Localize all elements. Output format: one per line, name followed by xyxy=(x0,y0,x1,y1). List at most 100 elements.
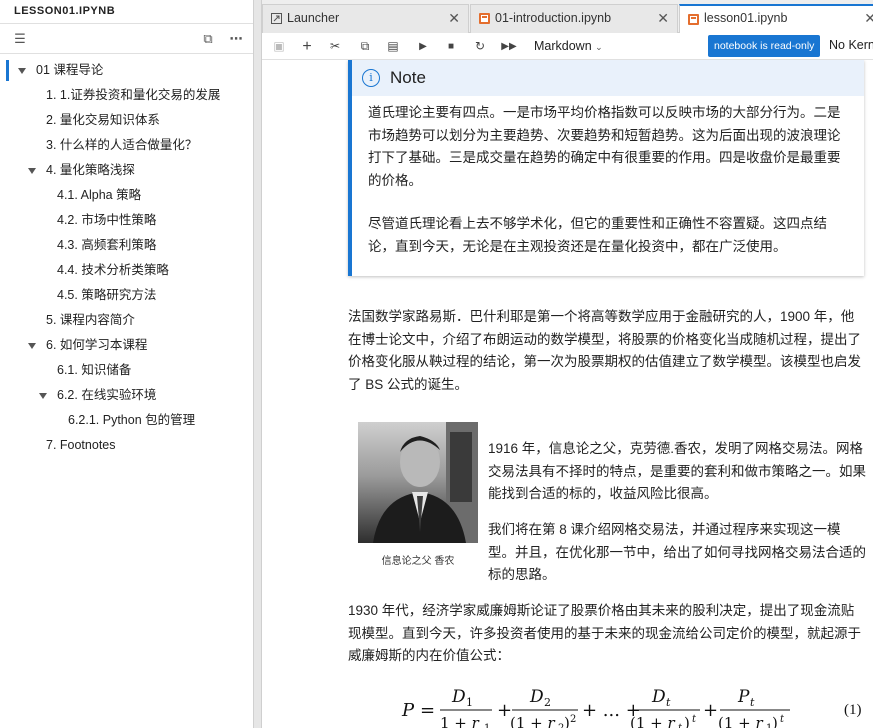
shannon-photo xyxy=(358,422,478,543)
svg-text:t: t xyxy=(678,723,683,728)
notebook-icon xyxy=(479,13,490,24)
cut-icon[interactable]: ✂ xyxy=(326,38,344,55)
toc-item-label: 6. 如何学习本课程 xyxy=(46,338,148,352)
toc-item-label: 4.2. 市场中性策略 xyxy=(57,213,157,227)
caret-down-icon[interactable] xyxy=(28,168,36,174)
toc-item[interactable]: 6.2.1. Python 包的管理 xyxy=(0,408,253,433)
paragraph-bachelier: 法国数学家路易斯．巴什利耶是第一个将高等数学应用于金融研究的人，1900 年，他… xyxy=(348,309,861,392)
toc-item-label: 6.1. 知识储备 xyxy=(57,363,132,377)
toc-item[interactable]: 6. 如何学习本课程 xyxy=(0,333,253,358)
svg-text:+: + xyxy=(703,700,718,721)
toc-item-label: 2. 量化交易知识体系 xyxy=(46,113,160,127)
caret-down-icon[interactable] xyxy=(18,68,26,74)
svg-text:1 + r: 1 + r xyxy=(440,714,480,728)
svg-text:1: 1 xyxy=(484,723,490,728)
tab-bar: Launcher ✕ 01-introduction.ipynb ✕ lesso… xyxy=(262,0,873,34)
toc-item[interactable]: 4.4. 技术分析类策略 xyxy=(0,258,253,283)
readonly-badge: notebook is read-only xyxy=(708,35,821,57)
svg-text:t: t xyxy=(692,714,697,725)
cell-type-value: Markdown xyxy=(534,39,592,53)
toc-item-label: 4.4. 技术分析类策略 xyxy=(57,263,169,277)
toc-item[interactable]: 4. 量化策略浅探 xyxy=(0,158,253,183)
toc-item[interactable]: 4.5. 策略研究方法 xyxy=(0,283,253,308)
toc-item[interactable]: 3. 什么样的人适合做量化？ xyxy=(0,133,253,158)
notebook-content: i Note 道氏理论主要有四点。一是市场平均价格指数可以反映市场的大部分行为。… xyxy=(262,60,873,728)
main-area: Launcher ✕ 01-introduction.ipynb ✕ lesso… xyxy=(262,0,873,728)
toc-item-label: 4.3. 高频套利策略 xyxy=(57,238,157,252)
note-paragraph: 道氏理论主要有四点。一是市场平均价格指数可以反映市场的大部分行为。二是市场趋势可… xyxy=(368,105,841,188)
toc-item[interactable]: 4.2. 市场中性策略 xyxy=(0,208,253,233)
tab-label: 01-introduction.ipynb xyxy=(495,11,612,25)
toc-toolbar: ☰ ⧉ ⋯ xyxy=(0,24,253,54)
run-icon[interactable]: ▶ xyxy=(414,38,432,55)
tab-lesson01[interactable]: lesson01.ipynb ✕ xyxy=(679,4,873,34)
more-options-icon[interactable]: ⋯ xyxy=(228,31,244,47)
panel-title: LESSON01.IPYNB xyxy=(0,0,253,24)
numbered-list-icon[interactable]: ☰ xyxy=(12,31,28,47)
toc-item[interactable]: 6.2. 在线实验环境 xyxy=(0,383,253,408)
restart-icon[interactable]: ↻ xyxy=(471,38,489,55)
caret-down-icon[interactable] xyxy=(28,343,36,349)
copy-icon[interactable]: ⧉ xyxy=(356,38,374,55)
chevron-down-icon: ⌄ xyxy=(595,42,603,52)
toc-item[interactable]: 5. 课程内容简介 xyxy=(0,308,253,333)
note-title: Note xyxy=(390,68,426,87)
svg-text:=: = xyxy=(420,700,435,721)
svg-text:t: t xyxy=(666,696,671,709)
svg-text:P: P xyxy=(737,687,750,707)
svg-text:(1 + r: (1 + r xyxy=(630,714,676,728)
equation-number: (1) xyxy=(844,702,862,718)
save-icon[interactable]: ▣ xyxy=(270,38,288,55)
toc-item-label: 6.2.1. Python 包的管理 xyxy=(68,413,196,427)
svg-text:P: P xyxy=(401,700,415,721)
svg-text:): ) xyxy=(684,714,690,728)
toc-item[interactable]: 2. 量化交易知识体系 xyxy=(0,108,253,133)
portrait-image xyxy=(373,422,478,543)
svg-text:): ) xyxy=(772,714,778,728)
toc-item[interactable]: 7. Footnotes xyxy=(0,433,253,458)
notebook-toolbar: ▣ + ✂ ⧉ ▤ ▶ ■ ↻ ▶▶ Markdown ⌄ notebook i… xyxy=(262,33,873,60)
toc-item-label: 7. Footnotes xyxy=(46,438,116,452)
close-icon[interactable]: ✕ xyxy=(657,5,669,32)
toc-item[interactable]: 6.1. 知识储备 xyxy=(0,358,253,383)
tab-label: lesson01.ipynb xyxy=(704,11,788,25)
close-icon[interactable]: ✕ xyxy=(448,5,460,32)
note-header: i Note xyxy=(352,60,864,96)
note-paragraph: 尽管道氏理论看上去不够学术化，但它的重要性和正确性不容置疑。这四点结论，直到今天… xyxy=(368,216,827,254)
jupyterlab-window: LESSON01.IPYNB ☰ ⧉ ⋯ 01 课程导论 1. 1.证券投资和量化… xyxy=(0,0,873,728)
toc-item[interactable]: 1. 1.证券投资和量化交易的发展 xyxy=(0,83,253,108)
paragraph-shannon-2: 我们将在第 8 课介绍网格交易法，并通过程序来实现这一模型。并且，在优化那一节中… xyxy=(488,522,866,582)
paste-icon[interactable]: ▤ xyxy=(384,38,402,55)
note-admonition: i Note 道氏理论主要有四点。一是市场平均价格指数可以反映市场的大部分行为。… xyxy=(348,60,864,276)
run-all-icon[interactable]: ▶▶ xyxy=(500,38,518,55)
svg-text:(1 + r: (1 + r xyxy=(510,714,556,728)
panel-resize-handle[interactable] xyxy=(254,0,262,728)
toc-item-label: 1. 1.证券投资和量化交易的发展 xyxy=(46,88,221,102)
close-icon[interactable]: ✕ xyxy=(864,6,873,31)
formula-image: P = D1 1 + r1 + D2 (1 + r2)2 + ... + Dt … xyxy=(401,687,790,728)
kernel-status[interactable]: No Kern xyxy=(829,38,873,52)
toc-item[interactable]: 01 课程导论 xyxy=(0,58,253,83)
svg-text:t: t xyxy=(750,696,755,709)
cell-type-select[interactable]: Markdown ⌄ xyxy=(534,37,603,56)
collapse-all-icon[interactable]: ⧉ xyxy=(200,31,216,47)
toc-item[interactable]: 4.3. 高频套利策略 xyxy=(0,233,253,258)
tab-01-introduction[interactable]: 01-introduction.ipynb ✕ xyxy=(470,4,678,33)
svg-text:(1 + r: (1 + r xyxy=(718,714,764,728)
add-cell-icon[interactable]: + xyxy=(298,38,316,55)
toc-item[interactable]: 4.1. Alpha 策略 xyxy=(0,183,253,208)
table-of-contents-panel: LESSON01.IPYNB ☰ ⧉ ⋯ 01 课程导论 1. 1.证券投资和量化… xyxy=(0,0,254,728)
svg-text:D: D xyxy=(529,687,544,707)
caret-down-icon[interactable] xyxy=(39,393,47,399)
svg-text:): ) xyxy=(564,714,570,728)
toc-item-label: 01 课程导论 xyxy=(36,63,104,77)
stop-icon[interactable]: ■ xyxy=(442,38,460,55)
photo-caption: 信息论之父 香农 xyxy=(381,556,455,567)
toc-item-label: 6.2. 在线实验环境 xyxy=(57,388,157,402)
svg-text:2: 2 xyxy=(570,714,576,725)
svg-text:D: D xyxy=(651,687,666,707)
svg-text:D: D xyxy=(451,687,466,707)
tab-launcher[interactable]: Launcher ✕ xyxy=(262,4,469,33)
svg-text:t: t xyxy=(780,714,785,725)
toc-item-label: 3. 什么样的人适合做量化？ xyxy=(46,138,198,152)
